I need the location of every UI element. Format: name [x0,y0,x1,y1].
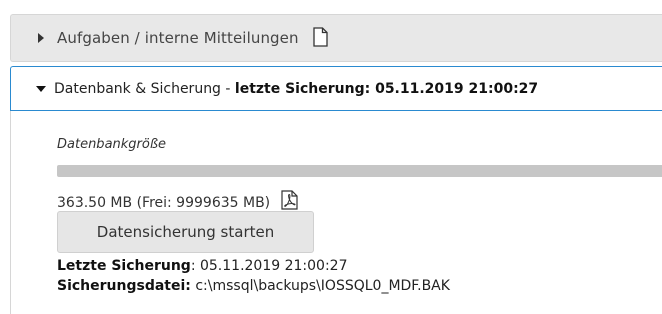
last-backup-value: : 05.11.2019 21:00:27 [190,258,348,274]
backup-file-info: Sicherungsdatei: c:\mssql\backups\IOSSQL… [57,278,450,294]
start-backup-button[interactable]: Datensicherung starten [57,211,314,253]
accordion-header-database[interactable]: Datenbank & Sicherung - letzte Sicherung… [10,66,662,111]
last-backup-label: Letzte Sicherung [57,258,191,274]
page: Aufgaben / interne Mitteilungen Datenban… [0,0,662,314]
database-size-bar [57,165,662,177]
accordion-content-database: Datenbankgröße 363.50 MB (Frei: 9999635 … [10,111,662,314]
chevron-down-icon [36,85,46,92]
database-size-text: 363.50 MB (Frei: 9999635 MB) [57,195,271,211]
accordion-header-tasks[interactable]: Aufgaben / interne Mitteilungen [10,14,662,62]
last-backup-header: letzte Sicherung: 05.11.2019 21:00:27 [234,80,539,97]
accordion-label-tasks: Aufgaben / interne Mitteilungen [57,29,299,47]
database-label-prefix: Datenbank & Sicherung - [54,80,235,97]
database-size-line: 363.50 MB (Frei: 9999635 MB) [57,190,298,213]
document-icon[interactable] [312,27,328,47]
backup-file-label: Sicherungsdatei: [57,278,191,294]
chevron-right-icon [38,33,44,43]
database-size-label: Datenbankgröße [57,137,167,152]
database-size-bar-fill [57,165,662,177]
accordion-label-database: Datenbank & Sicherung - letzte Sicherung… [54,81,538,97]
backup-file-value: c:\mssql\backups\IOSSQL0_MDF.BAK [190,278,450,294]
pdf-icon[interactable] [281,190,298,210]
last-backup-info: Letzte Sicherung: 05.11.2019 21:00:27 [57,258,347,274]
